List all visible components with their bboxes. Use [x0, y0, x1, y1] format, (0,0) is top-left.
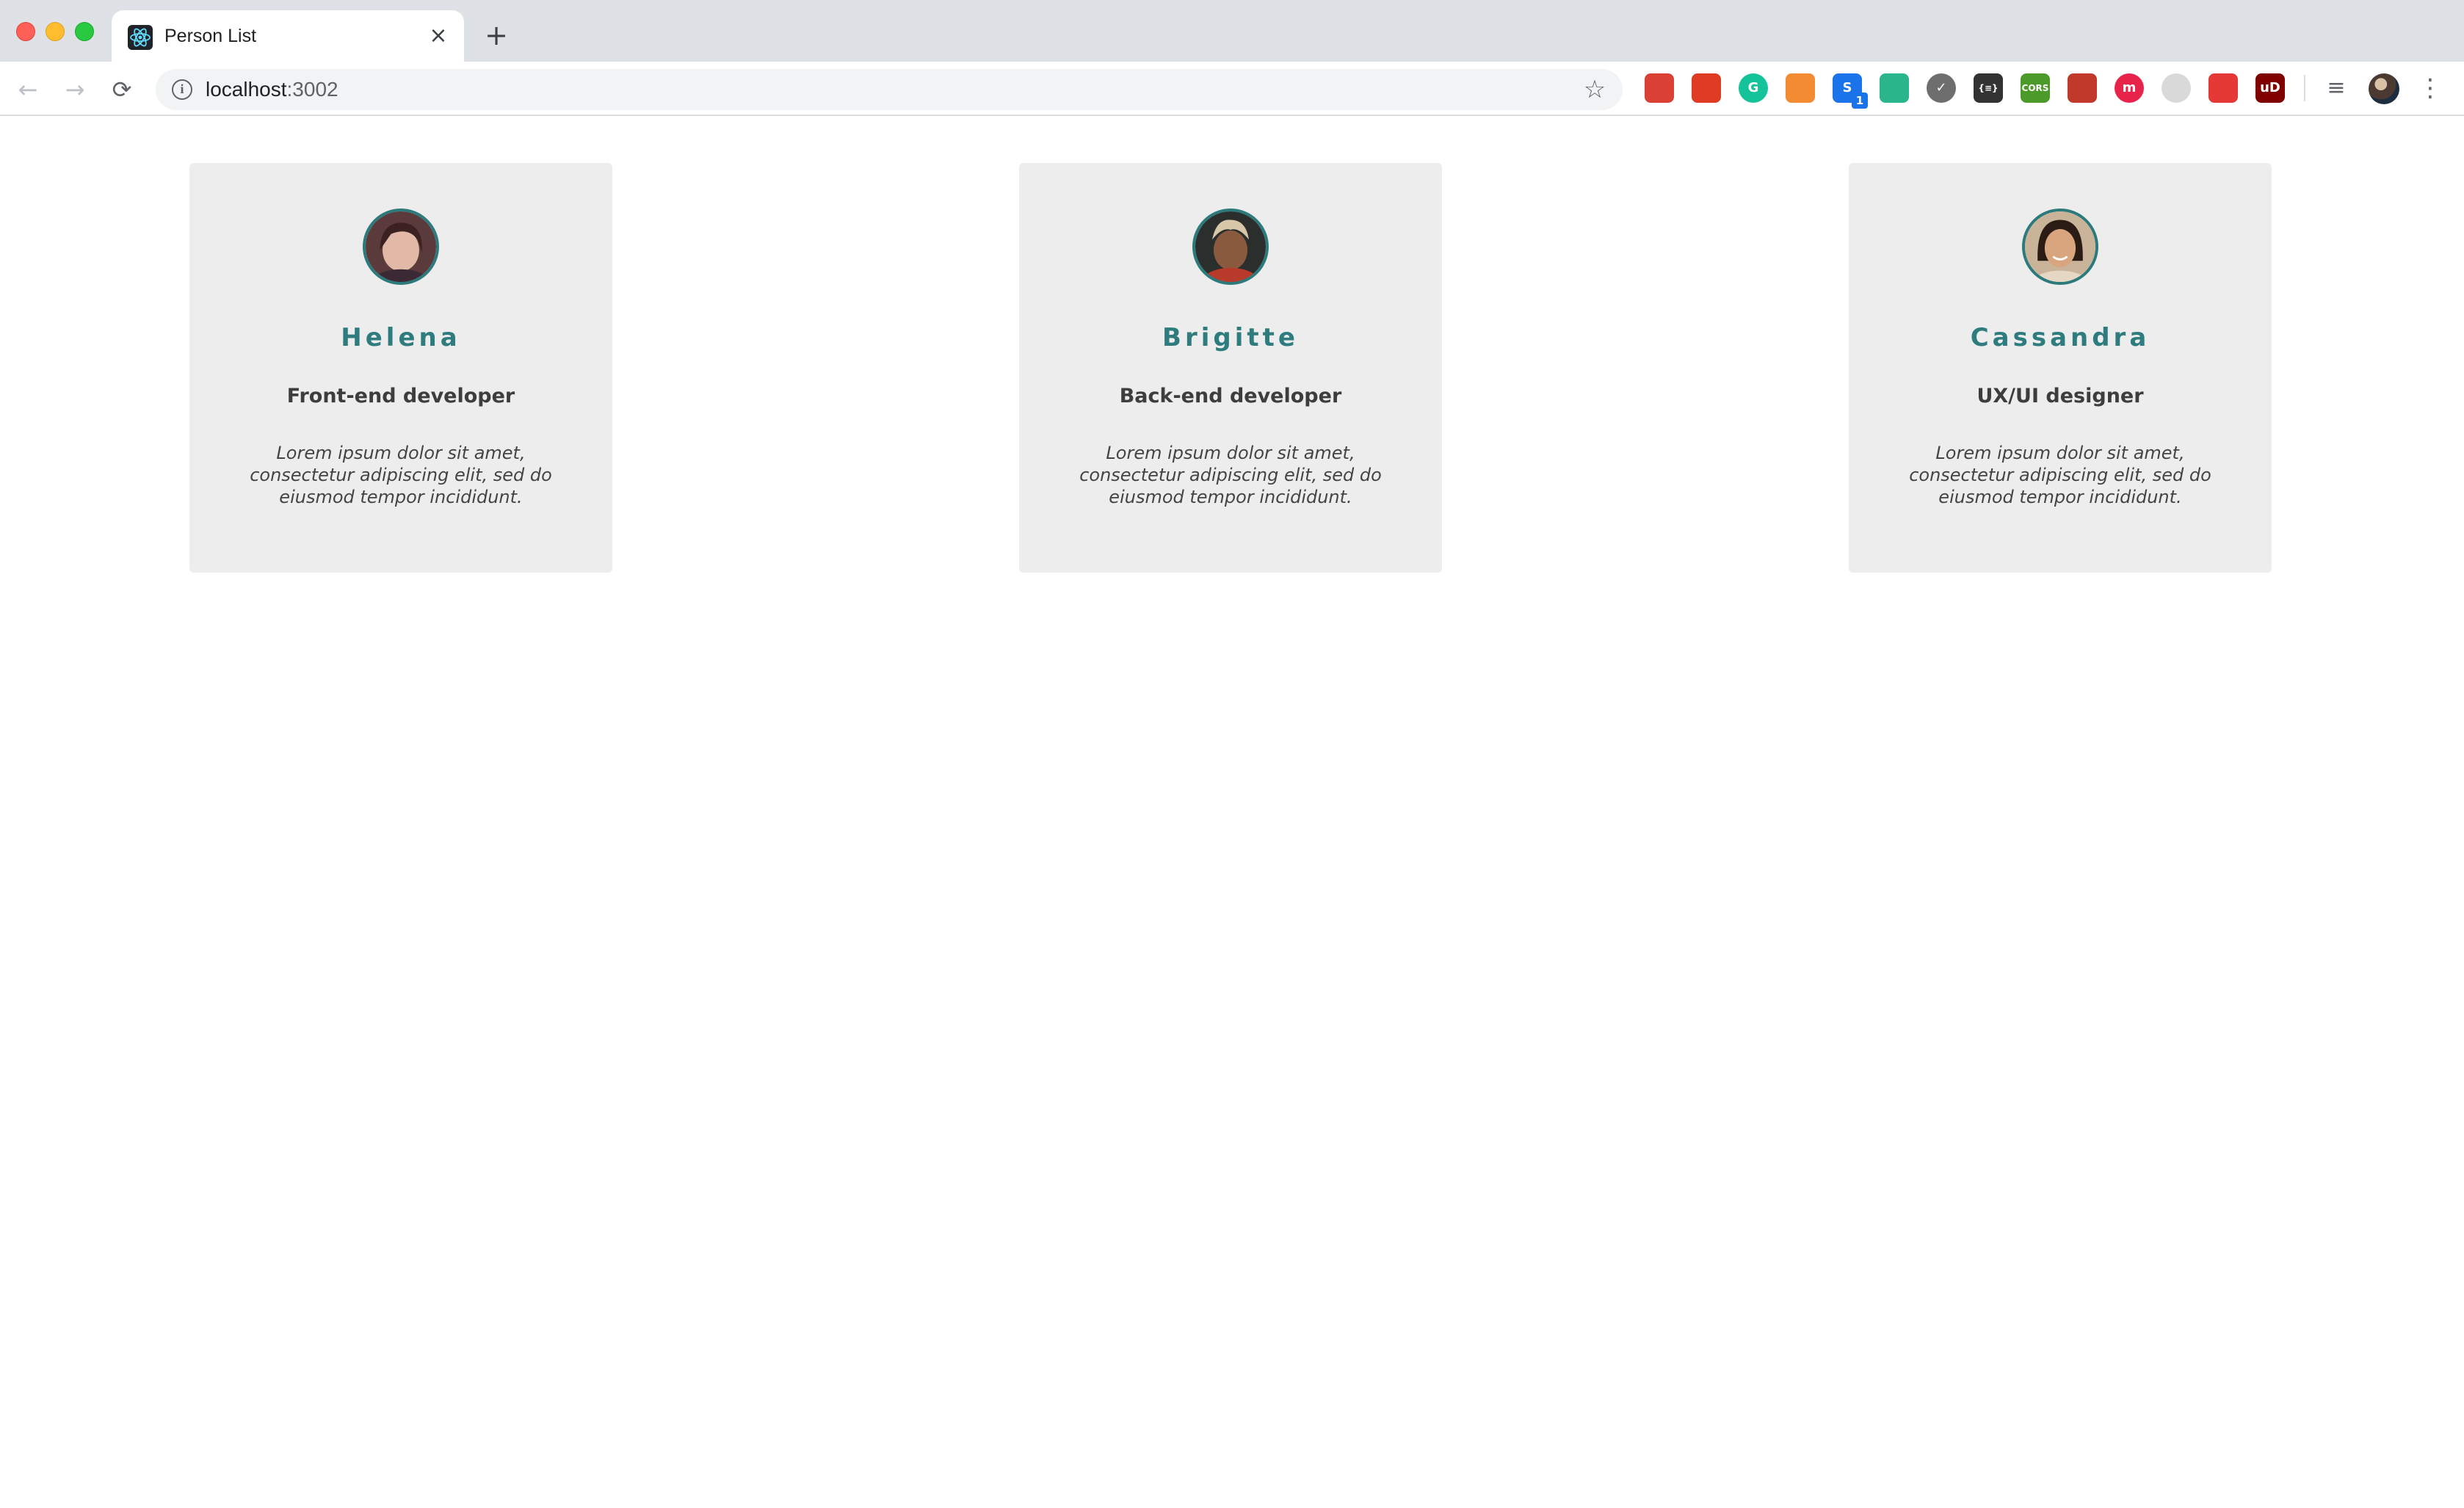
- colorpicker-ext-icon[interactable]: [2208, 73, 2238, 103]
- portrait-image: [2025, 211, 2095, 282]
- reading-list-icon[interactable]: ≡: [2322, 73, 2351, 103]
- forward-arrow-icon[interactable]: →: [60, 75, 90, 104]
- avatar: [1192, 209, 1269, 285]
- person-name: Helena: [341, 323, 461, 352]
- url-text[interactable]: localhost:3002: [206, 78, 338, 101]
- bookmark-star-icon[interactable]: ☆: [1580, 75, 1609, 104]
- person-description: Lorem ipsum dolor sit amet, consectetur …: [250, 443, 552, 507]
- person-role: Front-end developer: [286, 385, 515, 407]
- avatar: [2022, 209, 2098, 285]
- person-description: Lorem ipsum dolor sit amet, consectetur …: [1079, 443, 1382, 507]
- url-port: :3002: [286, 78, 338, 101]
- person-name: Cassandra: [1970, 323, 2150, 352]
- person-name: Brigitte: [1162, 323, 1299, 352]
- timer-ext-icon[interactable]: [2162, 73, 2191, 103]
- tab-active[interactable]: Person List ×: [112, 10, 464, 62]
- cors-ext-icon[interactable]: CORS: [2021, 73, 2050, 103]
- maximize-window-button[interactable]: [75, 22, 94, 41]
- url-host: localhost: [206, 78, 287, 101]
- person-card: Helena Front-end developer Lorem ipsum d…: [189, 163, 612, 573]
- portrait-image: [1195, 211, 1266, 282]
- todoist-ext-icon[interactable]: [1645, 73, 1674, 103]
- person-card: Cassandra UX/UI designer Lorem ipsum dol…: [1849, 163, 2272, 573]
- firebug-ext-icon[interactable]: [2068, 73, 2097, 103]
- adblock-ext-icon[interactable]: [1692, 73, 1721, 103]
- close-window-button[interactable]: [16, 22, 35, 41]
- tab-title: Person List: [164, 26, 257, 46]
- close-tab-icon[interactable]: ×: [426, 23, 451, 48]
- reload-icon[interactable]: ⟳: [107, 75, 137, 104]
- person-card: Brigitte Back-end developer Lorem ipsum …: [1019, 163, 1442, 573]
- toolbar-divider: [2304, 75, 2305, 101]
- person-description: Lorem ipsum dolor sit amet, consectetur …: [1909, 443, 2211, 507]
- person-role: UX/UI designer: [1976, 385, 2144, 407]
- docs-ext-icon[interactable]: S1: [1833, 73, 1868, 109]
- ublock-ext-icon[interactable]: uD: [2255, 73, 2285, 103]
- address-bar[interactable]: i localhost:3002 ☆: [156, 69, 1623, 110]
- json-ext-icon[interactable]: {≡}: [1974, 73, 2003, 103]
- tab-bar: Person List × +: [0, 0, 2464, 62]
- layout-ext-icon[interactable]: [1786, 73, 1815, 103]
- portrait-image: [366, 211, 436, 282]
- react-icon: [128, 25, 153, 50]
- profile-avatar[interactable]: [2369, 73, 2399, 104]
- check-ext-icon[interactable]: ✓: [1927, 73, 1956, 103]
- hummingbird-ext-icon[interactable]: [1880, 73, 1909, 103]
- avatar: [363, 209, 439, 285]
- back-arrow-icon[interactable]: ←: [13, 75, 43, 104]
- new-tab-button[interactable]: +: [482, 21, 511, 50]
- site-info-icon[interactable]: i: [172, 79, 192, 100]
- browser-menu-icon[interactable]: ⋮: [2416, 73, 2445, 103]
- minimize-window-button[interactable]: [46, 22, 65, 41]
- mention-ext-icon[interactable]: m: [2115, 73, 2144, 103]
- person-role: Back-end developer: [1119, 385, 1342, 407]
- extension-badge: 1: [1852, 93, 1868, 109]
- grammarly-ext-icon[interactable]: G: [1739, 73, 1768, 103]
